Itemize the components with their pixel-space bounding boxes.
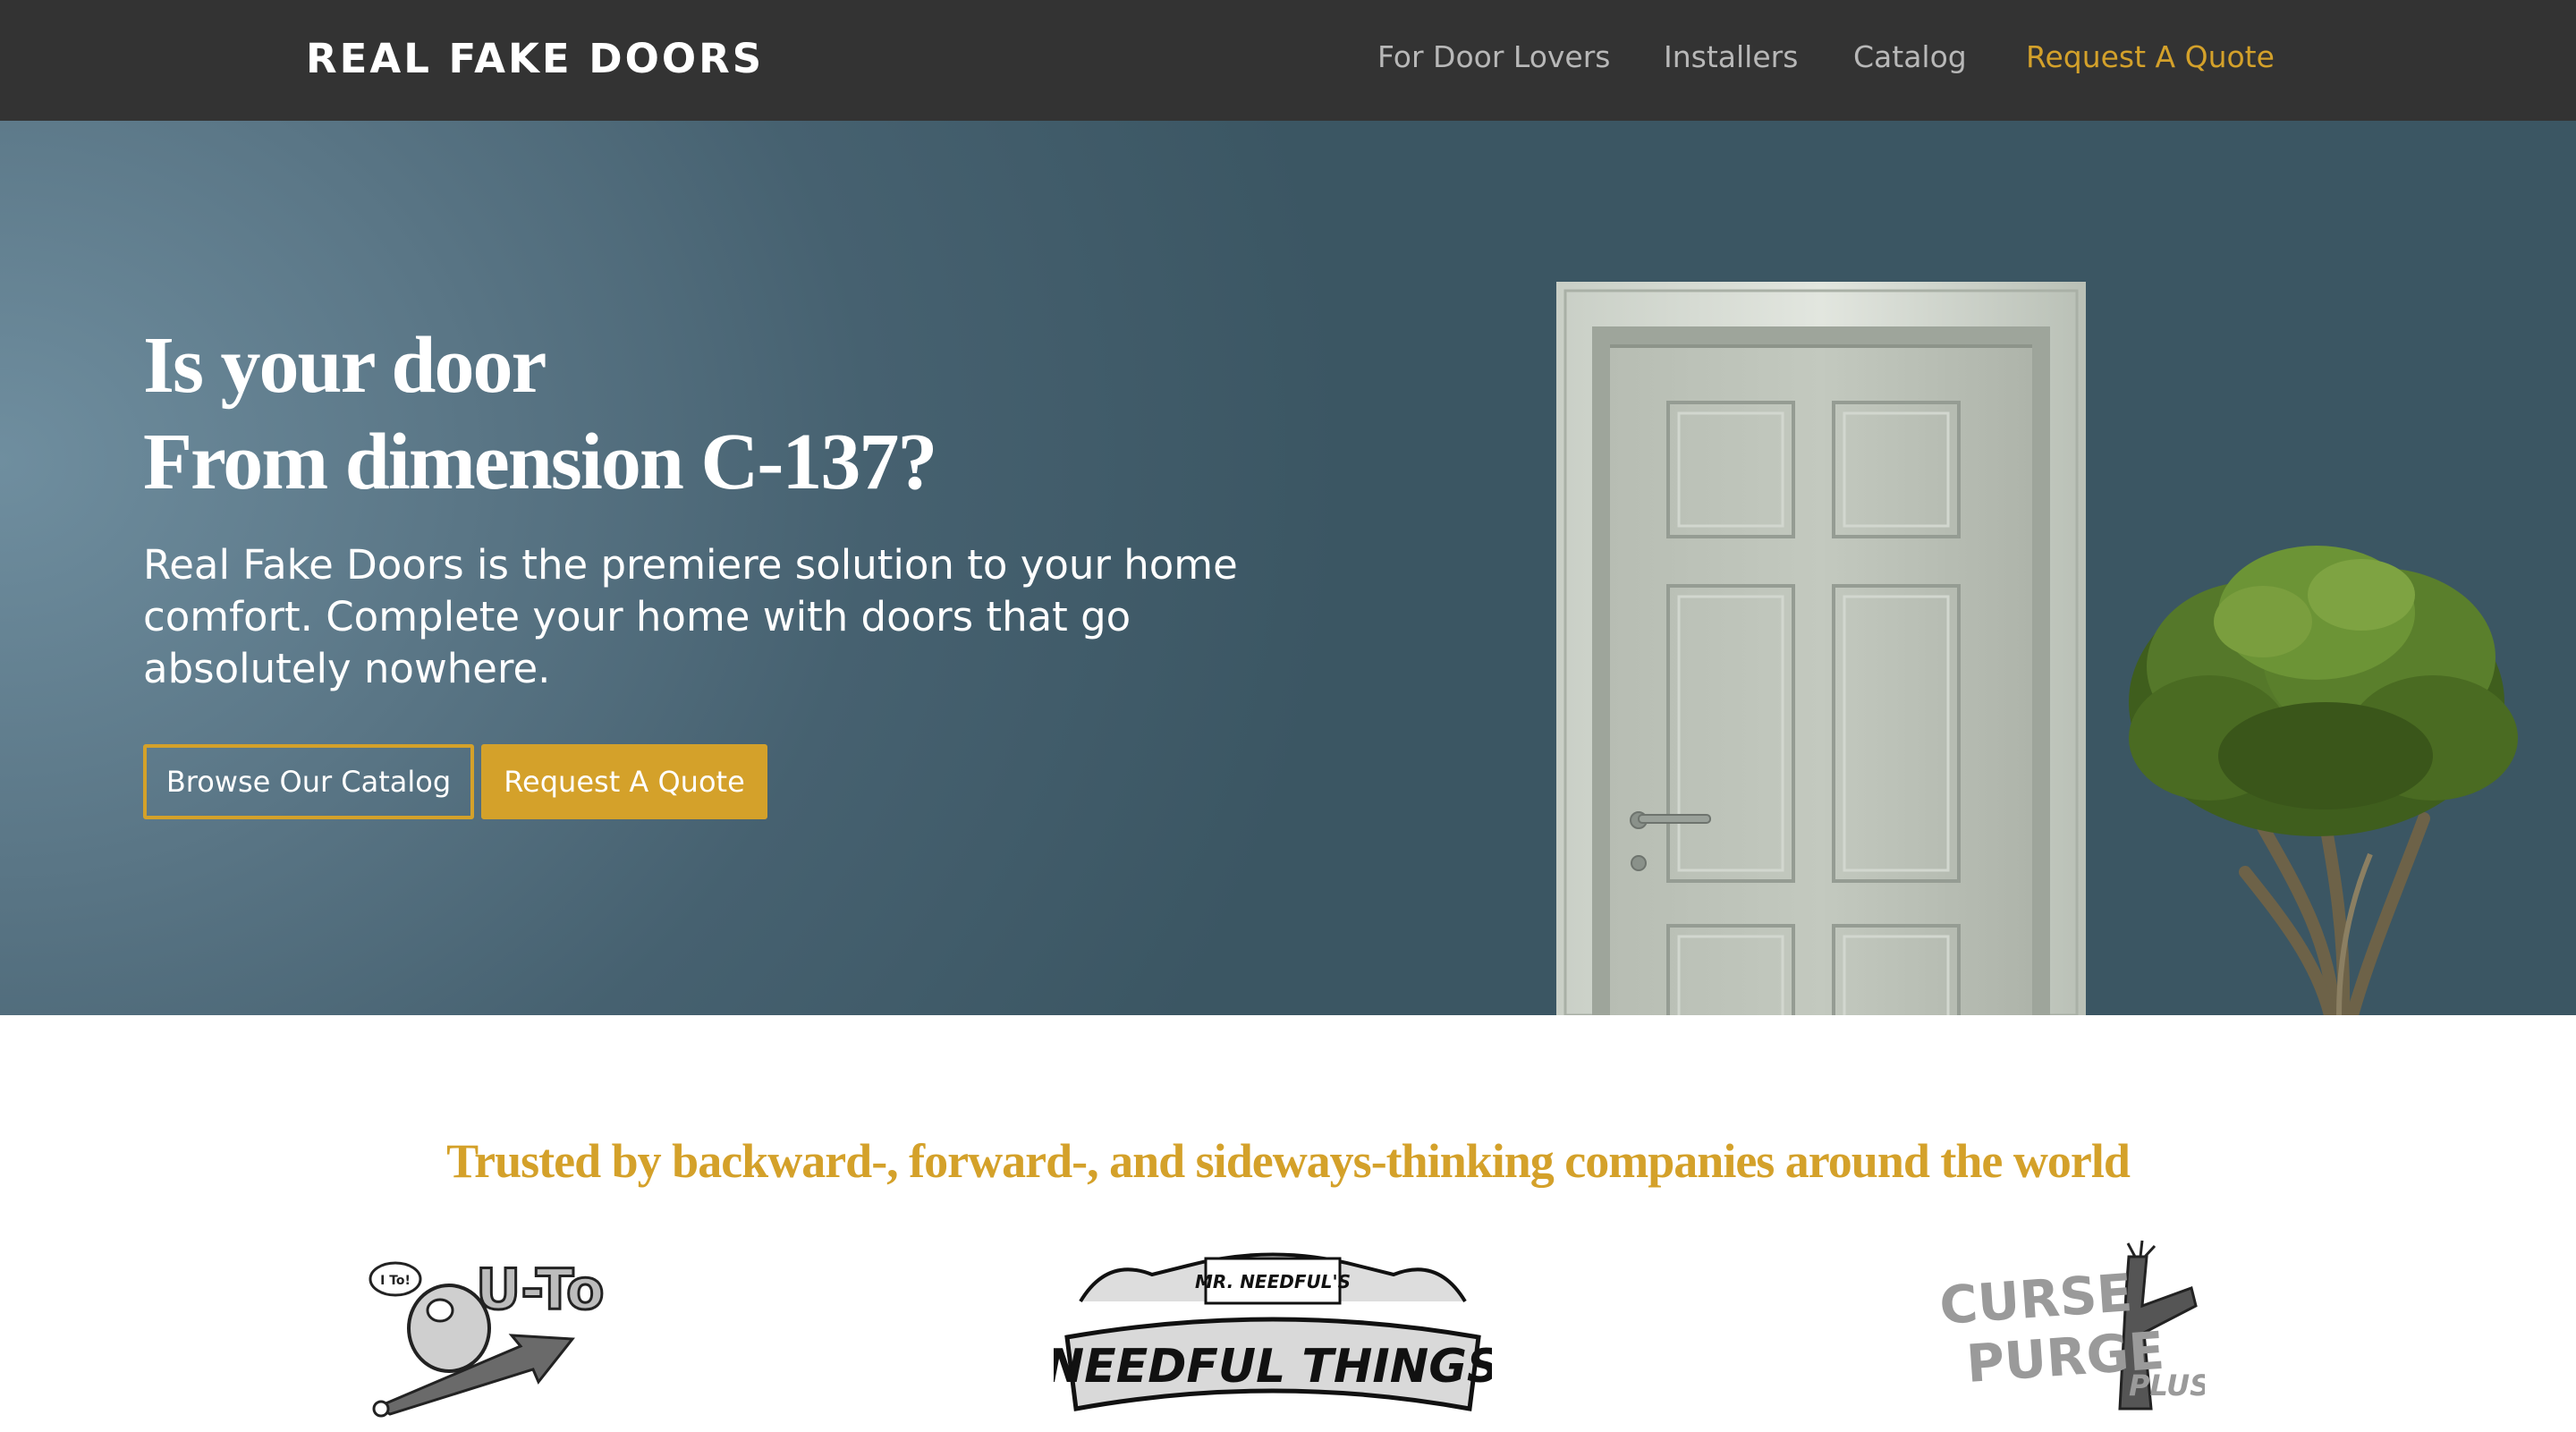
logo-curse-line3: PLUS!: [2129, 1368, 2205, 1402]
nav-link-for-door-lovers[interactable]: For Door Lovers: [1377, 39, 1611, 75]
door-image: [1556, 282, 2086, 1015]
nav-link-request-quote[interactable]: Request A Quote: [2026, 39, 2275, 75]
request-quote-button[interactable]: Request A Quote: [481, 744, 767, 819]
nav-link-installers[interactable]: Installers: [1664, 39, 1798, 75]
logo-u-to: I To! U-To: [369, 1239, 610, 1418]
nav-link-catalog[interactable]: Catalog: [1853, 39, 1967, 75]
logo-u-to-text: U-To: [476, 1257, 605, 1322]
logo-u-to-bubble: I To!: [380, 1274, 411, 1288]
hero-title-line1: Is your door: [143, 321, 547, 410]
hero-title-line2: From dimension C-137?: [143, 418, 937, 506]
hero-description: Real Fake Doors is the premiere solution…: [143, 541, 1238, 692]
top-navbar: REAL FAKE DOORS For Door Lovers Installe…: [0, 0, 2576, 121]
trusted-by-heading: Trusted by backward-, forward-, and side…: [446, 1134, 2131, 1188]
logo-needful-top: MR. NEEDFUL'S: [1195, 1271, 1351, 1292]
logo-curse-purge-plus: CURSE PURGE PLUS!: [1936, 1239, 2205, 1418]
hero-section: Is your door From dimension C-137? Real …: [0, 121, 2576, 1015]
hero-title: Is your door From dimension C-137?: [143, 318, 937, 511]
plant-image: [2129, 546, 2518, 1015]
logo-needful-main: NEEDFUL THINGS: [1054, 1340, 1492, 1394]
brand-logo[interactable]: REAL FAKE DOORS: [306, 32, 764, 86]
logo-needful-things: MR. NEEDFUL'S NEEDFUL THINGS: [1054, 1239, 1492, 1418]
browse-catalog-button[interactable]: Browse Our Catalog: [143, 744, 474, 819]
